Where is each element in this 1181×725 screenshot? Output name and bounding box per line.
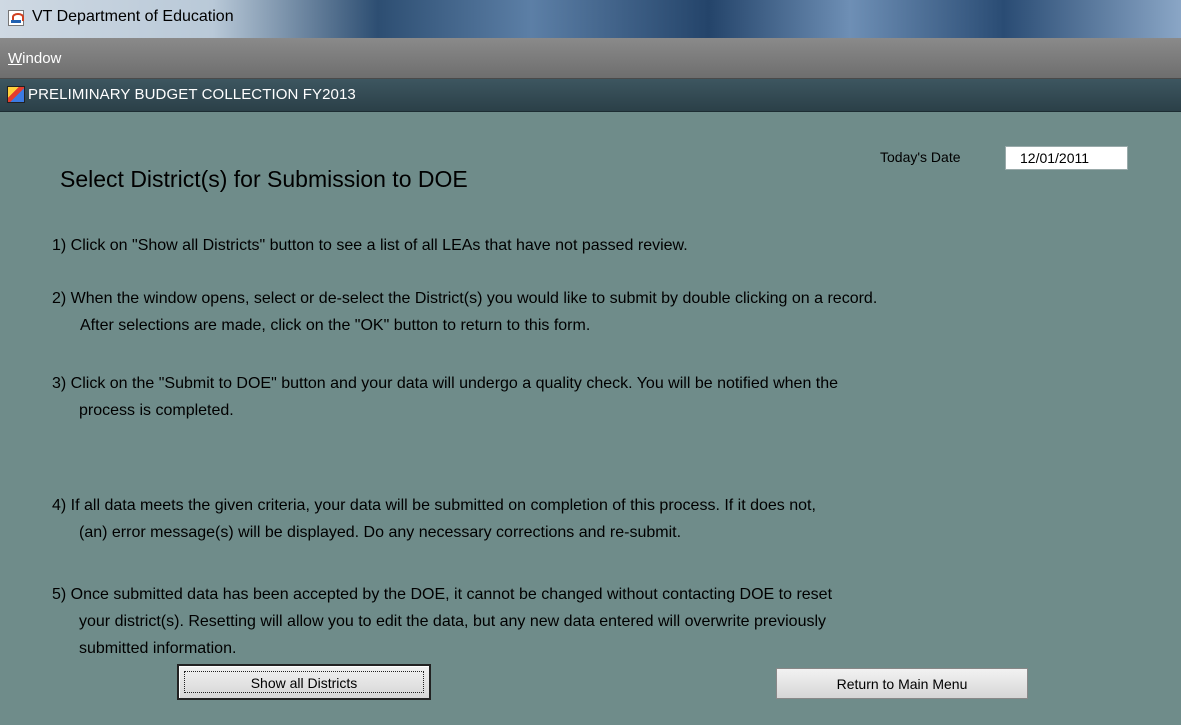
instruction-step-1: 1) Click on "Show all Districts" button … [52, 232, 688, 259]
window-title-bar: VT Department of Education [0, 0, 1181, 39]
instruction-step-3: 3) Click on the "Submit to DOE" button a… [52, 370, 838, 424]
step-3-line-2: process is completed. [79, 402, 234, 419]
menu-window-mnemonic: W [8, 50, 23, 67]
java-app-icon [8, 10, 24, 26]
step-1-line-1: 1) Click on "Show all Districts" button … [52, 237, 688, 254]
menu-window[interactable]: Window [8, 50, 61, 67]
step-4-line-1: 4) If all data meets the given criteria,… [52, 497, 816, 514]
step-2-line-2: After selections are made, click on the … [80, 317, 591, 334]
step-5-line-1: 5) Once submitted data has been accepted… [52, 586, 833, 603]
instruction-step-2: 2) When the window opens, select or de-s… [52, 285, 877, 339]
todays-date-field[interactable]: 12/01/2011 [1005, 146, 1128, 170]
menu-window-label: indow [22, 50, 62, 67]
instruction-step-4: 4) If all data meets the given criteria,… [52, 492, 816, 546]
step-4-line-2: (an) error message(s) will be displayed.… [79, 524, 682, 541]
focus-outline [184, 671, 424, 693]
step-5-line-3: submitted information. [79, 640, 237, 657]
form-icon [7, 86, 25, 103]
todays-date-label: Today's Date [880, 149, 961, 165]
instruction-step-5: 5) Once submitted data has been accepted… [52, 581, 832, 662]
frame-title: PRELIMINARY BUDGET COLLECTION FY2013 [28, 86, 356, 103]
step-5-line-2: your district(s). Resetting will allow y… [79, 613, 827, 630]
window-title: VT Department of Education [32, 8, 234, 25]
step-2-line-1: 2) When the window opens, select or de-s… [52, 290, 878, 307]
return-to-main-menu-label: Return to Main Menu [836, 676, 968, 692]
step-3-line-1: 3) Click on the "Submit to DOE" button a… [52, 375, 839, 392]
page-title: Select District(s) for Submission to DOE [60, 166, 468, 192]
show-all-districts-button[interactable]: Show all Districts [177, 664, 431, 700]
internal-frame-header: PRELIMINARY BUDGET COLLECTION FY2013 [0, 79, 1181, 112]
menu-bar: Window [0, 38, 1181, 79]
return-to-main-menu-button[interactable]: Return to Main Menu [776, 668, 1028, 699]
